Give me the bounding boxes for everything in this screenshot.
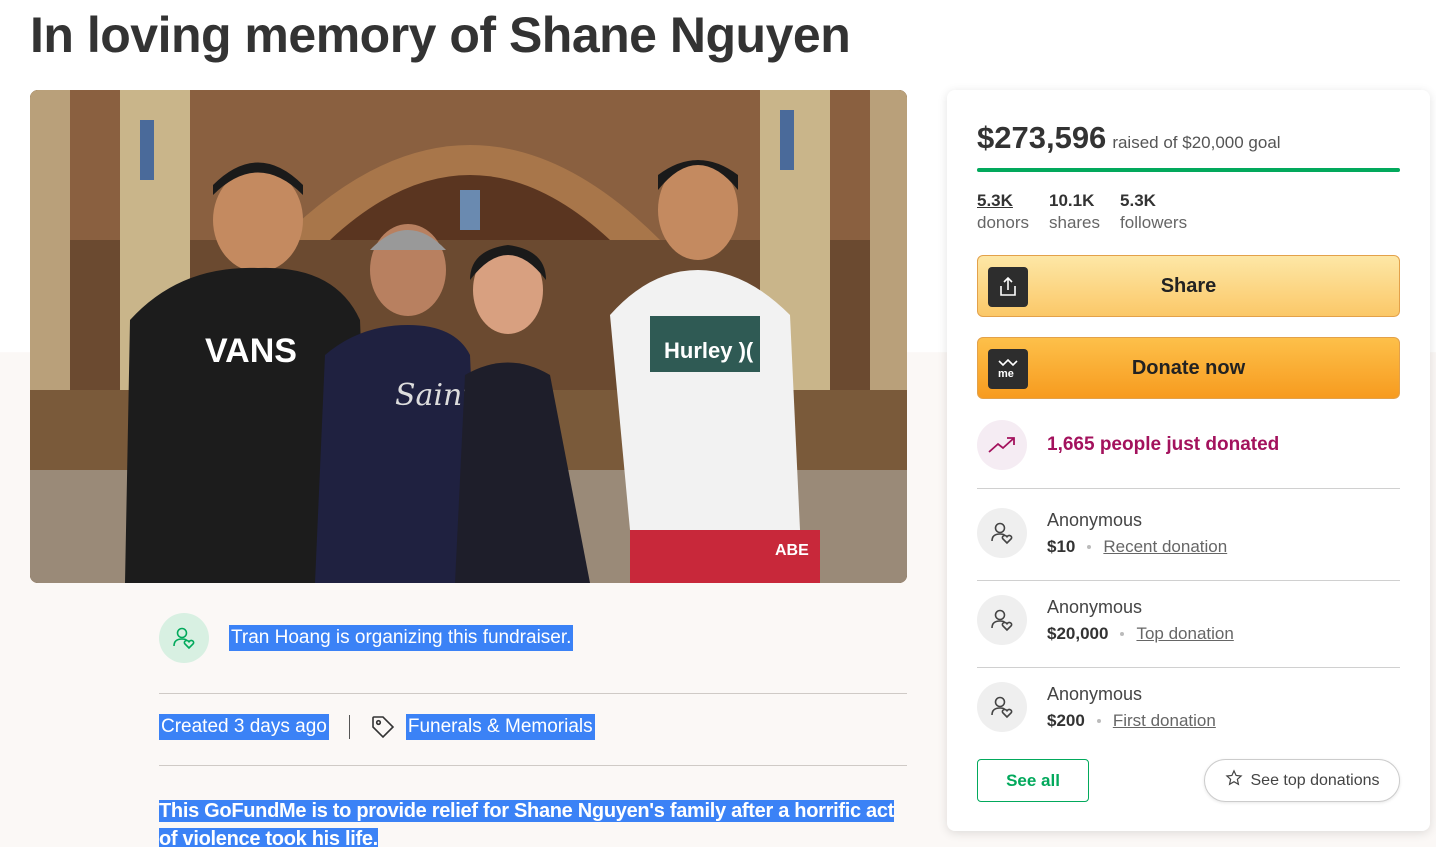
donate-now-button[interactable]: me Donate now xyxy=(977,337,1400,399)
tag-icon xyxy=(370,714,396,740)
campaign-photo[interactable]: VANS Saint Hurley )( ABE xyxy=(30,90,907,583)
goal-text: raised of $20,000 goal xyxy=(1112,133,1281,152)
stat-value: 5.3K xyxy=(1120,191,1156,210)
stat-label: donors xyxy=(977,213,1029,232)
user-heart-icon xyxy=(977,595,1027,645)
meta-separator xyxy=(348,715,350,739)
star-icon xyxy=(1224,769,1243,792)
divider xyxy=(977,580,1400,581)
donation-kind-link[interactable]: First donation xyxy=(1113,711,1216,731)
bullet-separator xyxy=(1120,631,1125,636)
people-donated-text: 1,665 people just donated xyxy=(1047,434,1280,455)
user-heart-icon xyxy=(977,682,1027,732)
campaign-meta: Created 3 days ago Funerals & Memorials xyxy=(159,714,595,740)
page-title: In loving memory of Shane Nguyen xyxy=(30,7,851,63)
divider xyxy=(159,693,907,694)
hurley-shirt-text: Hurley )( xyxy=(664,338,754,363)
trending-up-icon xyxy=(977,420,1027,470)
stat-donors[interactable]: 5.3K donors xyxy=(977,191,1029,233)
donor-name: Anonymous xyxy=(1047,509,1143,530)
created-date: Created 3 days ago xyxy=(159,714,329,740)
donor-name: Anonymous xyxy=(1047,683,1143,704)
raised-amount: $273,596 xyxy=(977,120,1107,155)
stat-shares: 10.1K shares xyxy=(1049,191,1100,233)
progress-bar xyxy=(977,168,1400,172)
campaign-stats: 5.3K donors 10.1K shares 5.3K followers xyxy=(977,191,1187,233)
user-heart-icon xyxy=(977,508,1027,558)
divider xyxy=(159,765,907,766)
organizer-row: Tran Hoang is organizing this fundraiser… xyxy=(159,613,574,663)
see-top-donations-button[interactable]: See top donations xyxy=(1204,759,1400,802)
recent-activity: 1,665 people just donated xyxy=(977,420,1279,470)
progress-fill xyxy=(977,168,1400,172)
see-top-label: See top donations xyxy=(1250,771,1380,789)
donation-item: Anonymous $10 Recent donation xyxy=(977,508,1227,558)
story-paragraph: This GoFundMe is to provide relief for S… xyxy=(159,800,894,847)
donation-amount: $200 xyxy=(1047,710,1085,730)
divider xyxy=(977,488,1400,489)
vans-shirt-text: VANS xyxy=(205,332,297,370)
donation-amount: $10 xyxy=(1047,536,1076,556)
donation-item: Anonymous $200 First donation xyxy=(977,682,1216,732)
stat-value: 10.1K xyxy=(1048,191,1095,210)
share-upload-icon xyxy=(988,267,1028,307)
share-label: Share xyxy=(1160,274,1217,297)
stat-label: followers xyxy=(1120,213,1188,232)
abe-shorts-text: ABE xyxy=(775,542,809,559)
organizer-text: Tran Hoang is organizing this fundraiser… xyxy=(229,625,574,651)
raised-summary: $273,596 raised of $20,000 goal xyxy=(977,120,1281,156)
user-heart-icon xyxy=(159,613,209,663)
stat-label: shares xyxy=(1048,213,1101,232)
svg-text:me: me xyxy=(998,368,1014,380)
donor-name: Anonymous xyxy=(1047,596,1143,617)
stat-value: 5.3K xyxy=(977,191,1013,210)
family-photo: VANS Saint Hurley )( ABE xyxy=(30,90,907,583)
bullet-separator xyxy=(1096,718,1101,723)
category-link[interactable]: Funerals & Memorials xyxy=(405,714,595,740)
donation-sidebar: $273,596 raised of $20,000 goal 5.3K don… xyxy=(947,90,1430,831)
donate-label: Donate now xyxy=(1131,356,1246,379)
see-all-button[interactable]: See all xyxy=(977,759,1089,802)
divider xyxy=(977,667,1400,668)
donation-item: Anonymous $20,000 Top donation xyxy=(977,595,1234,645)
share-button[interactable]: Share xyxy=(977,255,1400,317)
bullet-separator xyxy=(1087,544,1092,549)
donation-kind-link[interactable]: Top donation xyxy=(1136,624,1233,644)
donation-kind-link[interactable]: Recent donation xyxy=(1103,537,1227,557)
gofundme-logo-icon: me xyxy=(988,349,1028,389)
donation-amount: $20,000 xyxy=(1047,623,1109,643)
saint-shirt-text: Saint xyxy=(395,378,475,413)
stat-followers: 5.3K followers xyxy=(1120,191,1187,233)
story-text: This GoFundMe is to provide relief for S… xyxy=(159,797,907,847)
